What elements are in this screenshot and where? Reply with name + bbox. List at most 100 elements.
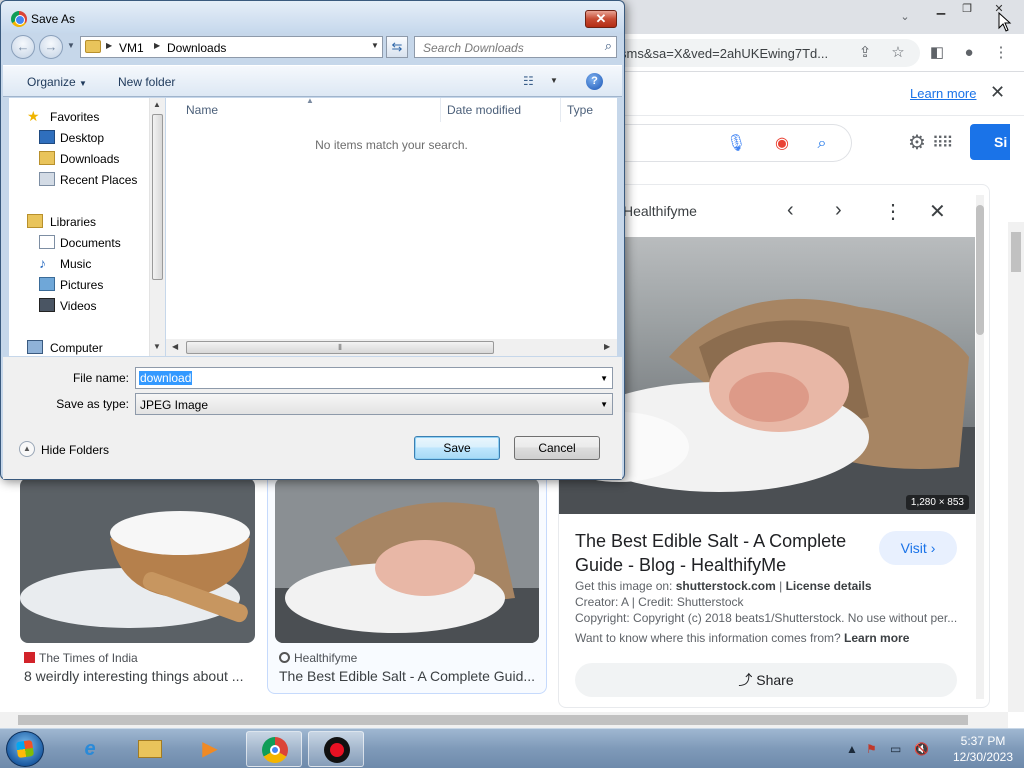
nav-scroll-thumb[interactable] <box>152 114 163 280</box>
change-view-icon[interactable]: ☷ <box>523 74 534 88</box>
view-options-dropdown-icon[interactable]: ▼ <box>550 76 558 85</box>
nav-music[interactable]: ♪ Music <box>9 253 149 273</box>
search-icon[interactable]: ⌕ <box>812 134 832 154</box>
result-card-image-2[interactable] <box>275 478 539 643</box>
action-center-flag-icon[interactable]: ⚑ <box>866 742 877 756</box>
network-icon[interactable]: ▭ <box>890 742 901 756</box>
scroll-down-icon[interactable]: ▼ <box>153 342 161 351</box>
voice-search-icon[interactable]: 🎙 <box>726 134 746 154</box>
new-folder-button[interactable]: New folder <box>118 75 175 89</box>
profile-avatar-icon[interactable]: ● <box>958 42 980 64</box>
column-separator[interactable] <box>560 98 561 122</box>
page-horizontal-scrollbar[interactable] <box>0 712 1008 728</box>
page-hscroll-thumb[interactable] <box>18 715 968 725</box>
next-image-icon[interactable]: › <box>835 199 842 222</box>
back-arrow-icon[interactable]: ← <box>11 35 35 59</box>
chrome-menu-icon[interactable]: ⋮ <box>990 42 1012 64</box>
tab-search-icon[interactable]: ⌄ <box>894 6 916 28</box>
breadcrumb-vm1[interactable]: VM1 <box>119 41 144 55</box>
file-hscroll-thumb[interactable]: ⦀ <box>186 341 494 354</box>
dialog-close-button[interactable]: ✕ <box>585 10 617 28</box>
nav-favorites[interactable]: ★ Favorites <box>9 106 149 126</box>
breadcrumb-downloads[interactable]: Downloads <box>167 41 226 55</box>
nav-downloads[interactable]: Downloads <box>9 148 149 168</box>
bookmark-star-icon[interactable]: ☆ <box>887 42 909 64</box>
organize-button[interactable]: Organize ▼ <box>27 75 87 89</box>
dialog-titlebar[interactable]: Save As ✕ <box>1 1 624 33</box>
side-panel-icon[interactable]: ◧ <box>926 42 948 64</box>
source-site-link[interactable]: shutterstock.com <box>676 579 776 593</box>
address-bar[interactable]: ▶ VM1 ▶ Downloads ▼ <box>80 36 383 58</box>
file-name-input[interactable]: download ▼ <box>135 367 613 389</box>
result-title-1[interactable]: 8 weirdly interesting things about ... <box>24 668 252 684</box>
volume-muted-icon[interactable]: 🔇 <box>914 742 929 756</box>
omnibox-url[interactable]: sms&sa=X&ved=2ahUKEwing7Td... <box>620 46 845 61</box>
column-date-modified[interactable]: Date modified <box>447 103 521 117</box>
search-icon[interactable]: ⌕ <box>605 38 612 54</box>
file-name-dropdown-icon[interactable]: ▼ <box>600 374 608 383</box>
visit-button[interactable]: Visit › <box>879 531 957 565</box>
clock-date[interactable]: 12/30/2023 <box>948 750 1018 764</box>
column-name[interactable]: Name <box>186 103 218 117</box>
file-name-value[interactable]: download <box>139 371 193 385</box>
nav-recent-places[interactable]: Recent Places <box>9 169 149 189</box>
previous-image-icon[interactable]: ‹ <box>787 199 794 222</box>
column-type[interactable]: Type <box>567 103 593 117</box>
page-vertical-scrollbar[interactable] <box>1008 222 1024 712</box>
breadcrumb-chevron-icon[interactable]: ▶ <box>106 41 112 50</box>
infobar-close-icon[interactable]: ✕ <box>990 82 1005 103</box>
nav-computer[interactable]: Computer <box>9 337 149 357</box>
search-input[interactable]: Search Downloads ⌕ <box>414 36 617 58</box>
viewer-scrollbar[interactable] <box>976 195 984 699</box>
google-apps-icon[interactable]: ⠿⠿ <box>932 133 953 153</box>
viewer-learn-more-link[interactable]: Learn more <box>844 631 909 645</box>
taskbar-screen-recorder[interactable] <box>308 731 364 767</box>
taskbar-windows-explorer[interactable] <box>122 731 178 767</box>
taskbar-media-player[interactable]: ▶ <box>182 731 238 767</box>
more-options-icon[interactable]: ⋮ <box>883 199 903 224</box>
viewer-source[interactable]: Healthifyme <box>623 203 697 219</box>
column-separator[interactable] <box>440 98 441 122</box>
result-source-1[interactable]: The Times of India <box>24 651 138 665</box>
close-viewer-icon[interactable]: ✕ <box>929 199 946 224</box>
scroll-up-icon[interactable]: ▲ <box>153 100 161 109</box>
save-type-select[interactable]: JPEG Image ▼ <box>135 393 613 415</box>
cancel-button[interactable]: Cancel <box>514 436 600 460</box>
nav-desktop[interactable]: Desktop <box>9 127 149 147</box>
sign-in-button[interactable]: Si <box>970 124 1010 160</box>
result-title-2[interactable]: The Best Edible Salt - A Complete Guid..… <box>279 668 539 684</box>
breadcrumb-chevron-icon[interactable]: ▶ <box>154 41 160 50</box>
help-icon[interactable]: ? <box>586 73 603 90</box>
omnibox[interactable]: sms&sa=X&ved=2ahUKEwing7Td... ⇪ ☆ <box>600 39 920 67</box>
viewer-title[interactable]: The Best Edible Salt - A Complete Guide … <box>575 529 875 577</box>
nav-libraries[interactable]: Libraries <box>9 211 149 231</box>
scroll-right-icon[interactable]: ▶ <box>604 342 610 351</box>
settings-gear-icon[interactable]: ⚙ <box>908 130 926 155</box>
nav-pictures[interactable]: Pictures <box>9 274 149 294</box>
clock-time[interactable]: 5:37 PM <box>948 734 1018 748</box>
start-button[interactable] <box>6 731 44 767</box>
nav-documents[interactable]: Documents <box>9 232 149 252</box>
result-card-image-1[interactable] <box>20 478 255 643</box>
page-scroll-thumb[interactable] <box>1011 232 1021 272</box>
show-hidden-icons-icon[interactable]: ▲ <box>846 742 858 756</box>
share-button[interactable]: ⤴ Share <box>575 663 957 697</box>
infobar-learn-more-link[interactable]: Learn more <box>910 86 976 101</box>
save-type-dropdown-icon[interactable]: ▼ <box>600 400 608 409</box>
result-source-2[interactable]: Healthifyme <box>279 651 357 665</box>
viewer-scroll-thumb[interactable] <box>976 205 984 335</box>
nav-pane-scrollbar[interactable]: ▲ ▼ <box>149 98 165 356</box>
nav-videos[interactable]: Videos <box>9 295 149 315</box>
file-list-hscrollbar[interactable]: ◀ ⦀ ▶ <box>166 339 617 356</box>
refresh-icon[interactable]: ⇆ <box>386 36 408 58</box>
taskbar-internet-explorer[interactable]: e <box>62 731 118 767</box>
address-dropdown-icon[interactable]: ▼ <box>371 41 379 50</box>
share-page-icon[interactable]: ⇪ <box>854 42 876 64</box>
forward-arrow-icon[interactable]: → <box>39 35 63 59</box>
lens-search-icon[interactable]: ◉ <box>772 134 792 154</box>
taskbar-chrome[interactable] <box>246 731 302 767</box>
save-button[interactable]: Save <box>414 436 500 460</box>
recent-locations-dropdown-icon[interactable]: ▼ <box>67 41 75 50</box>
license-details-link[interactable]: License details <box>786 579 872 593</box>
restore-button[interactable]: ❐ <box>952 0 982 18</box>
